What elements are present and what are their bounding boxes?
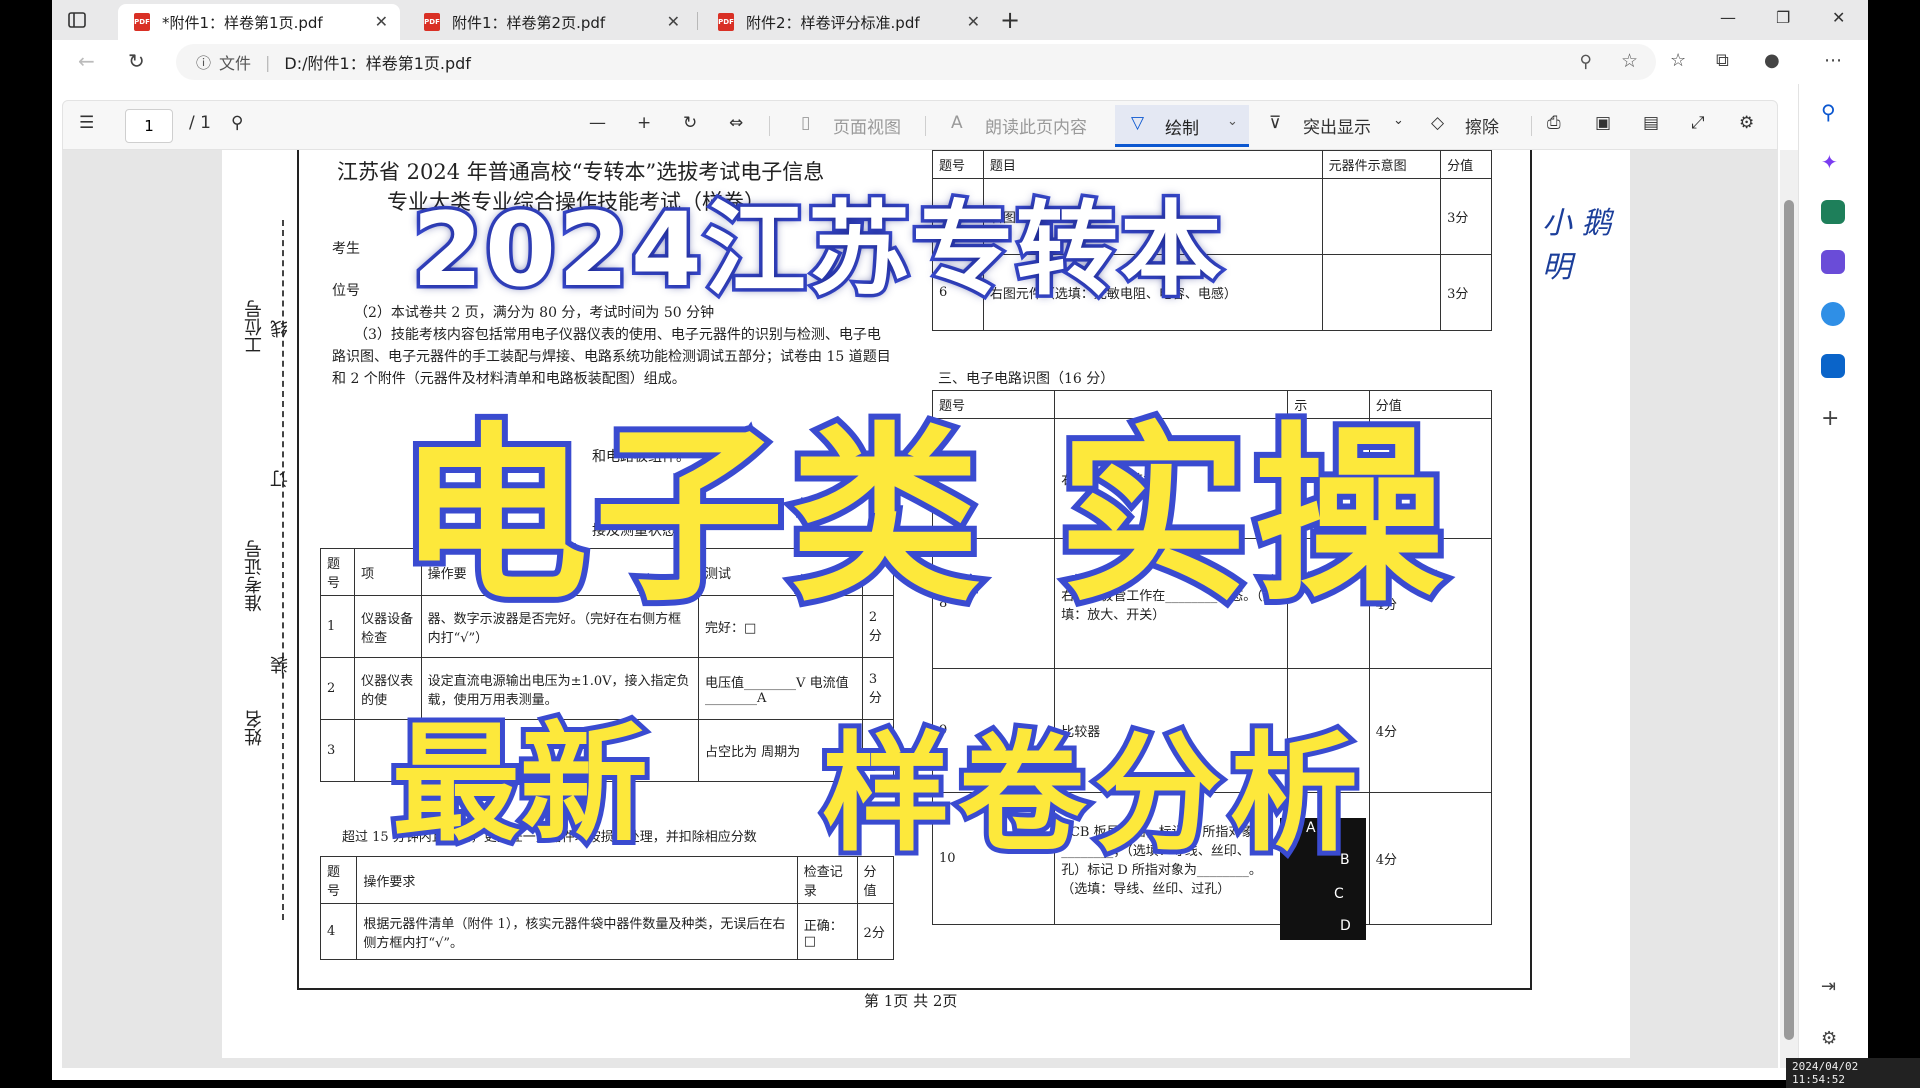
pcb-label: C (1334, 886, 1344, 902)
station-label: 工位号 (244, 300, 265, 354)
side-mark-line: 线 (270, 320, 291, 338)
fullscreen-icon[interactable]: ⤢ (1691, 113, 1705, 133)
name-label: 姓名 (244, 710, 265, 746)
back-icon[interactable]: ← (78, 49, 95, 73)
side-mark-bind: 订 (270, 470, 291, 488)
erase-button[interactable]: 擦除 (1465, 113, 1499, 138)
favorite-add-icon[interactable]: ☆ (1621, 50, 1638, 72)
overlay-subtitle: 电子类 实操 (392, 400, 1451, 633)
search-icon[interactable]: ⚲ (231, 113, 243, 133)
pdf-toolbar: ☰ 1 / 1 ⚲ — + ↻ ⇔ ▯ 页面视图 A 朗读此页内容 ▽ 绘制 ⌄… (62, 100, 1778, 150)
page-view-icon[interactable]: ▯ (801, 113, 810, 133)
games-icon[interactable] (1821, 250, 1845, 274)
settings-icon[interactable]: ⚙ (1739, 113, 1754, 133)
refresh-icon[interactable]: ↻ (128, 49, 145, 73)
search-icon[interactable]: ⚲ (1821, 100, 1845, 124)
read-aloud-icon[interactable]: A (951, 113, 963, 133)
tab-sample-page-1[interactable]: PDF *附件1：样卷第1页.pdf ✕ (118, 4, 400, 40)
zoom-out-icon[interactable]: — (589, 113, 606, 133)
page-view-button[interactable]: 页面视图 (833, 113, 901, 138)
tab-separator (697, 12, 698, 30)
pdf-icon: PDF (718, 13, 734, 31)
tab-label: 附件1：样卷第2页.pdf (452, 13, 606, 32)
save-icon[interactable]: ▣ (1595, 113, 1611, 133)
pcb-label: D (1340, 918, 1351, 934)
overlay-title: 2024江苏专转本 (409, 188, 1226, 314)
url-text[interactable]: D:/附件1：样卷第1页.pdf (284, 50, 471, 74)
tools-icon[interactable] (1821, 200, 1845, 224)
more-icon[interactable]: ⋯ (1824, 50, 1842, 71)
minimize-icon[interactable]: — (1720, 8, 1736, 27)
browser-window: PDF *附件1：样卷第1页.pdf ✕ PDF 附件1：样卷第2页.pdf ✕… (52, 0, 1868, 1080)
side-mark-seal: 装 (270, 656, 291, 674)
print-icon[interactable]: ⎙ (1547, 113, 1561, 133)
overlay-latest: 最新 (387, 705, 653, 864)
favorites-icon[interactable]: ☆ (1670, 50, 1686, 71)
tab-label: *附件1：样卷第1页.pdf (162, 13, 323, 32)
note-line: （3）技能考核内容包括常用电子仪器仪表的使用、电子元器件的识别与检测、电子电 (354, 327, 881, 343)
tab-scoring-standard[interactable]: PDF 附件2：样卷评分标准.pdf ✕ (702, 4, 992, 40)
table-header: 分值 (1440, 150, 1492, 179)
zoom-in-icon[interactable]: + (637, 113, 651, 133)
tab-bar: PDF *附件1：样卷第1页.pdf ✕ PDF 附件1：样卷第2页.pdf ✕… (52, 0, 1868, 40)
sidebar-toggle-icon[interactable]: ⇥ (1821, 976, 1845, 1000)
draw-icon: ▽ (1131, 113, 1145, 133)
close-icon[interactable]: ✕ (375, 12, 388, 31)
close-icon[interactable]: ✕ (967, 12, 980, 31)
new-tab-icon[interactable]: + (1000, 6, 1020, 34)
table-row: 4 根据元器件清单（附件 1），核实元器件袋中器件数量及种类，无误后在右侧方框内… (319, 903, 895, 960)
page-footer: 第 1页 共 2页 (864, 992, 958, 1010)
timestamp: 2024/04/02 11:54:52 (1786, 1058, 1920, 1088)
chevron-down-icon[interactable]: ⌄ (1227, 114, 1238, 129)
add-icon[interactable]: + (1821, 406, 1845, 431)
edge-sidebar: ⚲ ✦ + ⇥ ⚙ (1798, 84, 1868, 1080)
highlight-icon[interactable]: ⊽ (1269, 113, 1281, 133)
component-diagram (1321, 178, 1442, 255)
note-line: 考生 (332, 241, 360, 257)
table-header: 元器件示意图 (1321, 150, 1442, 179)
outlook-icon[interactable] (1821, 354, 1845, 378)
draw-button[interactable]: ▽ 绘制 ⌄ (1115, 105, 1249, 147)
skills-table-2: 题号 操作要求 检查记录 分值 4 根据元器件清单（附件 1），核实元器件袋中器… (319, 856, 895, 960)
restore-icon[interactable]: ❐ (1776, 8, 1790, 27)
pdf-icon: PDF (134, 13, 150, 31)
erase-icon[interactable]: ◇ (1431, 113, 1444, 133)
tab-sample-page-2[interactable]: PDF 附件1：样卷第2页.pdf ✕ (408, 4, 692, 40)
table-header: 题号 (319, 548, 356, 596)
workspaces-icon[interactable] (66, 9, 88, 31)
read-aloud-button[interactable]: 朗读此页内容 (985, 113, 1087, 138)
contents-icon[interactable]: ☰ (79, 113, 94, 133)
exam-number-label: 准考证号 (244, 540, 265, 612)
zoom-icon[interactable]: ⚲ (1580, 52, 1592, 72)
fit-width-icon[interactable]: ⇔ (729, 113, 743, 133)
scroll-thumb[interactable] (1784, 200, 1794, 1040)
note-line: 位号 (332, 283, 360, 299)
draw-label: 绘制 (1165, 119, 1199, 139)
component-diagram (1321, 254, 1442, 331)
table-header: 题号 (319, 856, 358, 904)
overlay-analysis: 样卷分析 (817, 715, 1367, 874)
scrollbar[interactable] (1780, 150, 1798, 1068)
file-label: 文件 (219, 54, 252, 73)
tab-label: 附件2：样卷评分标准.pdf (746, 13, 920, 32)
collections-icon[interactable]: ⧉ (1716, 50, 1729, 71)
address-bar-row: ← ↻ ⓘ 文件 | D:/附件1：样卷第1页.pdf ⚲ ☆ ☆ ⧉ ● ⋯ (52, 40, 1868, 84)
close-window-icon[interactable]: ✕ (1832, 8, 1845, 27)
handwritten-annotation: 小 鹅 明 (1542, 206, 1612, 285)
rotate-icon[interactable]: ↻ (683, 113, 697, 133)
settings-icon[interactable]: ⚙ (1821, 1028, 1845, 1052)
info-icon[interactable]: ⓘ (196, 52, 211, 73)
page-total: / 1 (189, 113, 211, 133)
address-bar[interactable]: ⓘ 文件 | D:/附件1：样卷第1页.pdf ⚲ ☆ (176, 44, 1656, 80)
chevron-down-icon[interactable]: ⌄ (1393, 113, 1404, 128)
copilot-icon[interactable]: ✦ (1821, 150, 1845, 174)
pdf-icon: PDF (424, 13, 440, 31)
close-icon[interactable]: ✕ (667, 12, 680, 31)
profile-icon[interactable]: ● (1764, 50, 1780, 71)
highlight-button[interactable]: 突出显示 (1303, 113, 1371, 138)
save-as-icon[interactable]: ▤ (1643, 113, 1659, 133)
page-number-input[interactable]: 1 (125, 109, 173, 143)
m365-icon[interactable] (1821, 302, 1845, 326)
